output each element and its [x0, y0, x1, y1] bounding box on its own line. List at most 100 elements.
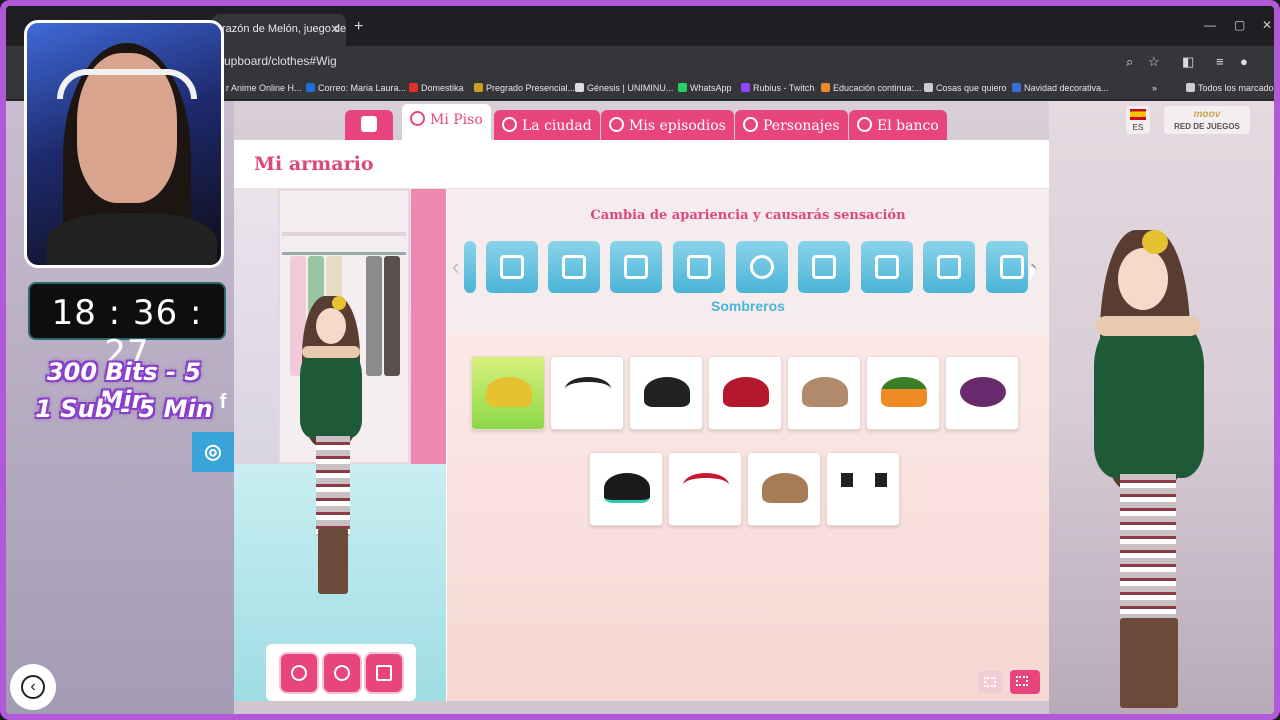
category-dress[interactable]	[798, 241, 850, 293]
more-bookmarks-icon[interactable]: »	[1152, 83, 1157, 93]
minimize-icon[interactable]: —	[1204, 18, 1216, 32]
back-arrow-icon: ‹	[21, 675, 45, 699]
category-bracelet[interactable]	[923, 241, 975, 293]
back-button[interactable]: ‹	[10, 664, 56, 710]
category-pants[interactable]	[548, 241, 600, 293]
undo-icon	[334, 665, 350, 681]
bowler-hat-icon	[644, 377, 690, 407]
bookmark-label: Domestika	[421, 83, 464, 93]
bookmark-9[interactable]: Cosas que quiero	[924, 83, 1007, 93]
grid-small-view-button[interactable]	[978, 671, 1002, 693]
category-socks[interactable]	[610, 241, 662, 293]
category-prev-arrow-icon[interactable]: ‹	[452, 254, 459, 280]
necklace-icon	[750, 255, 774, 279]
whatsapp-icon	[678, 83, 687, 92]
star-bookmark-icon[interactable]: ☆	[1148, 54, 1160, 70]
tab-la-ciudad[interactable]: La ciudad	[494, 110, 600, 140]
url-text[interactable]: cupboard/clothes#Wig	[218, 54, 337, 68]
tab-el-banco[interactable]: El banco	[849, 110, 947, 140]
bookmark-label: WhatsApp	[690, 83, 732, 93]
item-holly-flower-hat[interactable]	[471, 356, 545, 430]
item-red-holly-headband[interactable]	[668, 452, 742, 526]
headband-icon	[565, 377, 611, 401]
save-button[interactable]	[364, 652, 404, 694]
selected-category-label: Sombreros	[711, 298, 785, 314]
avatar-boots	[1120, 618, 1178, 708]
item-antler-headband[interactable]	[787, 356, 861, 430]
category-necklace[interactable]	[736, 241, 788, 293]
undo-button[interactable]	[322, 652, 362, 694]
bookmark-3[interactable]: Domestika	[409, 83, 464, 93]
closet-rail	[282, 252, 406, 255]
bookmark-1[interactable]: r Anime Online H...	[226, 83, 302, 93]
tab-mis-episodios[interactable]: Mis episodios	[601, 110, 734, 140]
tab-personajes[interactable]: Personajes	[735, 110, 848, 140]
apartment-icon	[410, 111, 425, 126]
category-bra[interactable]	[486, 241, 538, 293]
closet-door	[411, 189, 446, 464]
outlook-icon	[306, 83, 315, 92]
language-code: ES	[1132, 123, 1144, 132]
dress-icon	[812, 255, 836, 279]
university-icon	[474, 83, 483, 92]
bookmark-site-icon	[1012, 83, 1021, 92]
browser-tab-active[interactable]: razón de Melón, juego de ar ✕	[212, 14, 346, 46]
bookmark-8[interactable]: Educación continua:...	[821, 83, 922, 93]
item-cat-ears[interactable]	[826, 452, 900, 526]
item-skull-flower-hairpin[interactable]	[945, 356, 1019, 430]
heels-icon	[875, 255, 899, 279]
language-selector[interactable]: ES	[1126, 106, 1150, 134]
category-heels[interactable]	[861, 241, 913, 293]
pumpkin-hat-icon	[881, 377, 927, 407]
close-tab-icon[interactable]: ✕	[330, 22, 340, 36]
bag-icon	[1000, 255, 1024, 279]
category-wig[interactable]	[464, 241, 476, 293]
all-bookmarks[interactable]: Todos los marcadores	[1186, 83, 1274, 93]
socks-icon	[624, 255, 648, 279]
zoom-icon[interactable]: ⌕	[1126, 54, 1133, 70]
extensions-icon[interactable]: ◧	[1182, 54, 1194, 70]
item-tan-deerstalker-hat[interactable]	[747, 452, 821, 526]
category-bag[interactable]	[986, 241, 1028, 293]
deerstalker-icon	[762, 473, 808, 503]
hat-flower	[1142, 230, 1168, 254]
bookmark-7[interactable]: Rubius - Twitch	[741, 83, 814, 93]
profile-avatar-icon[interactable]: ●	[1240, 54, 1248, 69]
bookmark-4[interactable]: Pregrado Presencial...	[474, 83, 575, 93]
item-black-bowler-hat[interactable]	[629, 356, 703, 430]
domestika-icon	[409, 83, 418, 92]
close-window-icon[interactable]: ✕	[1262, 18, 1272, 32]
stream-timer: 18 : 36 : 27	[28, 282, 226, 373]
bookmark-5[interactable]: Génesis | UNIMINU...	[575, 83, 673, 93]
item-black-beret[interactable]	[589, 452, 663, 526]
category-shoes[interactable]	[673, 241, 725, 293]
folder-icon	[924, 83, 933, 92]
headphones-icon	[57, 69, 197, 99]
bookmark-6[interactable]: WhatsApp	[678, 83, 732, 93]
cat-ears-icon	[841, 473, 887, 487]
item-pumpkin-witch-hat[interactable]	[866, 356, 940, 430]
heart-icon	[743, 117, 758, 132]
maximize-icon[interactable]: ▢	[1234, 18, 1245, 32]
partner-logo[interactable]: moov RED DE JUEGOS	[1164, 106, 1250, 134]
moov-logo: moov	[1193, 109, 1221, 120]
grid-large-view-button[interactable]	[1010, 670, 1040, 694]
home-button[interactable]	[345, 110, 393, 140]
city-pin-icon	[502, 117, 517, 132]
item-red-felt-hat[interactable]	[708, 356, 782, 430]
menu-icon[interactable]: ≡	[1216, 54, 1224, 69]
new-tab-icon[interactable]: +	[354, 18, 363, 36]
bookmark-2[interactable]: Correo: Maria Laura...	[306, 83, 406, 93]
bookmark-label: Educación continua:...	[833, 83, 922, 93]
play-icon	[609, 117, 624, 132]
antler-icon	[802, 377, 848, 407]
bookmark-label: Navidad decorativa...	[1024, 83, 1109, 93]
education-icon	[821, 83, 830, 92]
tab-mi-piso[interactable]: Mi Piso	[402, 104, 491, 140]
bank-icon	[857, 117, 872, 132]
coat-fur	[1096, 316, 1200, 336]
item-black-headband[interactable]	[550, 356, 624, 430]
bookmark-10[interactable]: Navidad decorativa...	[1012, 83, 1109, 93]
bra-icon	[500, 255, 524, 279]
change-hair-button[interactable]	[279, 652, 319, 694]
